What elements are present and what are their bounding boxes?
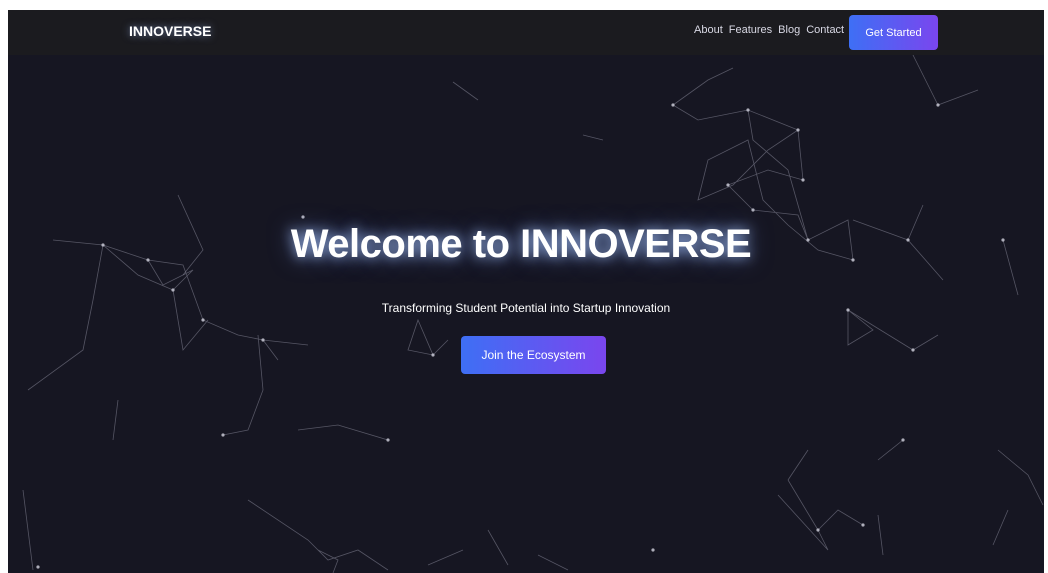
nav-links: About Features Blog Contact (694, 24, 844, 36)
hero-title: Welcome to INNOVERSE (290, 222, 752, 266)
particle-network-background (22, 54, 1044, 573)
join-ecosystem-button[interactable]: Join the Ecosystem (461, 336, 606, 374)
brand-logo[interactable]: INNOVERSE (129, 23, 211, 39)
get-started-button[interactable]: Get Started (849, 15, 938, 50)
nav-link-about[interactable]: About (694, 24, 723, 36)
navbar: INNOVERSE About Features Blog Contact Ge… (8, 10, 1044, 55)
nav-link-features[interactable]: Features (729, 24, 772, 36)
nav-link-blog[interactable]: Blog (778, 24, 800, 36)
nav-link-contact[interactable]: Contact (806, 24, 844, 36)
hero-subtitle: Transforming Student Potential into Star… (381, 301, 671, 315)
app-frame: INNOVERSE About Features Blog Contact Ge… (8, 10, 1044, 573)
